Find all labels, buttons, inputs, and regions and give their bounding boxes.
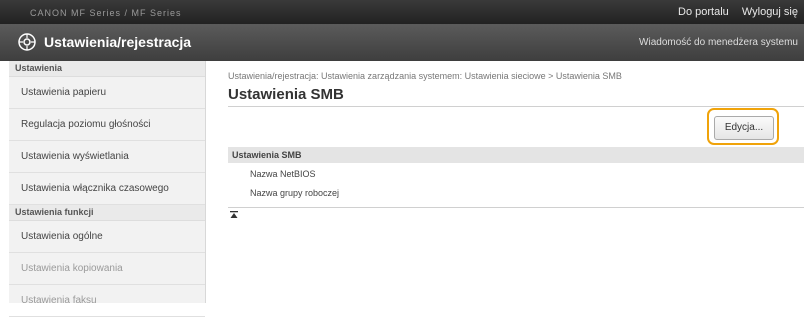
edit-button[interactable]: Edycja... [714,116,774,140]
section-heading: Ustawienia SMB [228,147,804,163]
sidebar-item-general[interactable]: Ustawienia ogólne [9,221,205,253]
sidebar-item-volume[interactable]: Regulacja poziomu głośności [9,109,205,141]
sidebar-item-paper-settings[interactable]: Ustawienia papieru [9,77,205,109]
sidebar-item-display[interactable]: Ustawienia wyświetlania [9,141,205,173]
workgroup-name-label: Nazwa grupy roboczej [250,188,340,198]
device-name: CANON MF Series / MF Series [30,8,182,18]
top-bar: CANON MF Series / MF Series Do portalu W… [0,0,804,24]
logout-link[interactable]: Wyloguj się [742,6,798,18]
divider [228,106,804,107]
sidebar-item-fax[interactable]: Ustawienia faksu [9,285,205,317]
netbios-name-label: Nazwa NetBIOS [250,169,316,179]
scroll-to-top-icon[interactable] [230,211,238,219]
main-content: Ustawienia/rejestracja: Ustawienia zarzą… [218,61,804,303]
top-links: Do portalu Wyloguj się [668,0,798,24]
settings-logo-icon [18,33,36,51]
sidebar: Ustawienia Ustawienia papieru Regulacja … [9,61,206,317]
app-title: Ustawienia/rejestracja [44,34,192,50]
sidebar-item-timer[interactable]: Ustawienia włącznika czasowego [9,173,205,205]
page-title: Ustawienia SMB [228,86,344,103]
portal-link[interactable]: Do portalu [678,6,729,18]
system-manager-message-link[interactable]: Wiadomość do menedżera systemu [639,24,798,61]
sidebar-item-copy[interactable]: Ustawienia kopiowania [9,253,205,285]
divider [228,207,804,208]
sidebar-group-heading: Ustawienia funkcji [9,205,205,221]
breadcrumb[interactable]: Ustawienia/rejestracja: Ustawienia zarzą… [228,71,622,81]
sidebar-group-heading: Ustawienia [9,61,205,77]
title-bar: Ustawienia/rejestracja Wiadomość do mene… [0,24,804,61]
